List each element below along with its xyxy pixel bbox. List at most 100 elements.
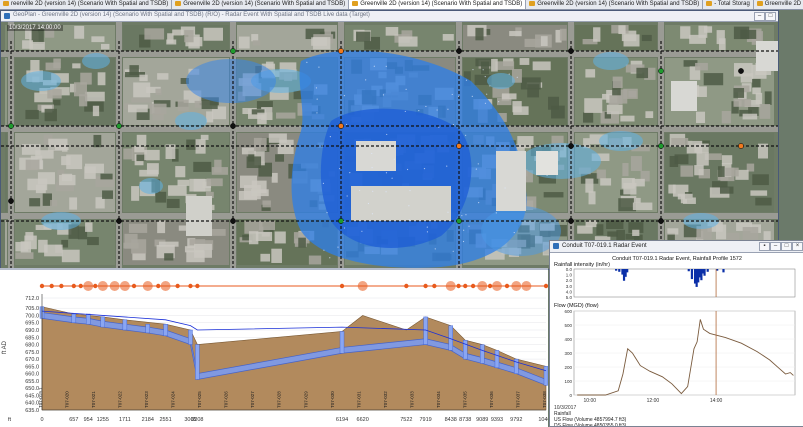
building	[274, 231, 286, 244]
building	[509, 31, 522, 37]
graph-pin-button[interactable]: ▪	[759, 242, 770, 251]
building	[759, 104, 771, 119]
profile-y-tick: 705.0	[25, 306, 39, 312]
document-tab[interactable]: Greenville 2D (version 14) (Scenario Wit…	[526, 0, 704, 9]
mesh-point	[447, 108, 449, 110]
building	[54, 144, 69, 151]
network-node	[456, 48, 462, 54]
document-tab[interactable]: reenville 2D (version 14) (Scenario With…	[0, 0, 173, 9]
mesh-point	[516, 76, 518, 78]
document-tab-icon	[706, 0, 713, 6]
network-node	[230, 48, 236, 54]
building	[733, 26, 750, 40]
mesh-point	[323, 249, 325, 251]
profile-y-tick: 700.0	[25, 313, 39, 319]
mesh-point	[322, 182, 325, 184]
building	[677, 193, 693, 200]
building	[238, 36, 250, 49]
graph-close-button[interactable]: ×	[792, 242, 803, 251]
building	[177, 179, 190, 186]
building	[186, 196, 212, 236]
building	[298, 237, 306, 248]
building	[251, 34, 259, 42]
building	[618, 25, 626, 35]
geoplan-map-window[interactable]: GeoPlan - Greenville 2D (version 14) (Sc…	[0, 10, 779, 270]
manhole-shaft	[195, 344, 200, 380]
building	[385, 27, 399, 36]
mesh-point	[426, 231, 429, 233]
map-maximize-button[interactable]: □	[765, 12, 776, 21]
building	[100, 43, 110, 50]
long-section-profile[interactable]: 712.0 705.0700.0 695.0690.0685.0 680.0675.0…	[0, 270, 548, 427]
mesh-point	[385, 65, 387, 67]
aerial-map-canvas[interactable]	[1, 21, 778, 269]
network-node	[116, 218, 122, 224]
mesh-point	[508, 73, 510, 75]
building	[585, 69, 596, 78]
map-window-titlebar[interactable]: GeoPlan - Greenville 2D (version 14) (Sc…	[1, 11, 778, 22]
profile-x-tick: 10405	[538, 417, 548, 423]
document-tab-icon	[756, 0, 763, 6]
building	[87, 236, 99, 246]
document-tab[interactable]: Greenville 2D (version 14) (Scenario Wit…	[172, 0, 350, 9]
document-tab[interactable]: Greenville 2D (version 14) (Scenario Wit…	[753, 0, 803, 9]
building	[73, 82, 87, 97]
profile-node-label: T07-026	[224, 391, 229, 408]
building	[496, 151, 526, 211]
mesh-point	[404, 110, 406, 113]
graph-window-titlebar[interactable]: Conduit T07-019.1 Radar Event ▪ – □ ×	[550, 241, 803, 253]
profile-node-label: T07-031	[356, 391, 361, 408]
graph-maximize-button[interactable]: □	[781, 242, 792, 251]
mesh-point	[329, 136, 331, 138]
building	[25, 109, 39, 120]
building	[577, 225, 593, 234]
mesh-point	[409, 189, 411, 192]
profile-node-label: T07-037	[515, 391, 520, 408]
graph-minimize-button[interactable]: –	[770, 242, 781, 251]
graph-window[interactable]: Conduit T07-019.1 Radar Event ▪ – □ × Co…	[549, 240, 803, 427]
building	[146, 163, 159, 175]
building	[583, 112, 594, 123]
building	[262, 200, 271, 208]
profile-node-marker	[156, 283, 161, 289]
building	[134, 146, 145, 153]
building	[97, 72, 106, 86]
building	[540, 36, 548, 47]
flood-extent-deep	[320, 108, 472, 248]
building	[596, 224, 604, 236]
profile-y-tick: 635.0	[25, 408, 39, 414]
building	[265, 61, 274, 69]
building	[519, 58, 530, 65]
building	[189, 178, 206, 192]
document-tab-label: reenville 2D (version 14) (Scenario With…	[11, 1, 169, 7]
mesh-point	[423, 167, 426, 170]
building	[139, 74, 148, 82]
document-tab-label: - Total Storag	[714, 1, 750, 7]
building	[24, 235, 37, 250]
profile-node-label: T07-021	[91, 391, 96, 408]
building	[636, 67, 649, 79]
map-minimize-button[interactable]: –	[754, 12, 765, 21]
manhole-shaft	[494, 350, 500, 369]
building	[35, 184, 46, 194]
building	[551, 105, 565, 119]
document-tab[interactable]: Greenville 2D (version 14) (Scenario Wit…	[349, 0, 527, 9]
long-section-window[interactable]: 712.0 705.0 700.0 695.0 690.0 685.0 680.0 675.0…	[0, 268, 548, 427]
profile-node-label: T07-020	[65, 391, 70, 408]
building	[671, 138, 689, 146]
graph-plot-area[interactable]: Conduit T07-019.1 Radar Event, Rainfall …	[550, 253, 803, 426]
document-tab[interactable]: - Total Storag	[703, 0, 754, 9]
building	[641, 34, 652, 42]
building	[481, 61, 490, 75]
flood-extent	[175, 112, 207, 130]
profile-node-marker	[49, 283, 54, 289]
mesh-point	[373, 65, 375, 67]
building	[193, 161, 212, 172]
mesh-point	[346, 195, 348, 197]
mesh-point	[452, 123, 455, 126]
building	[164, 253, 174, 261]
profile-node-marker	[78, 283, 83, 289]
building	[716, 30, 725, 45]
profile-node-label: T07-032	[383, 391, 388, 408]
building	[38, 239, 48, 253]
